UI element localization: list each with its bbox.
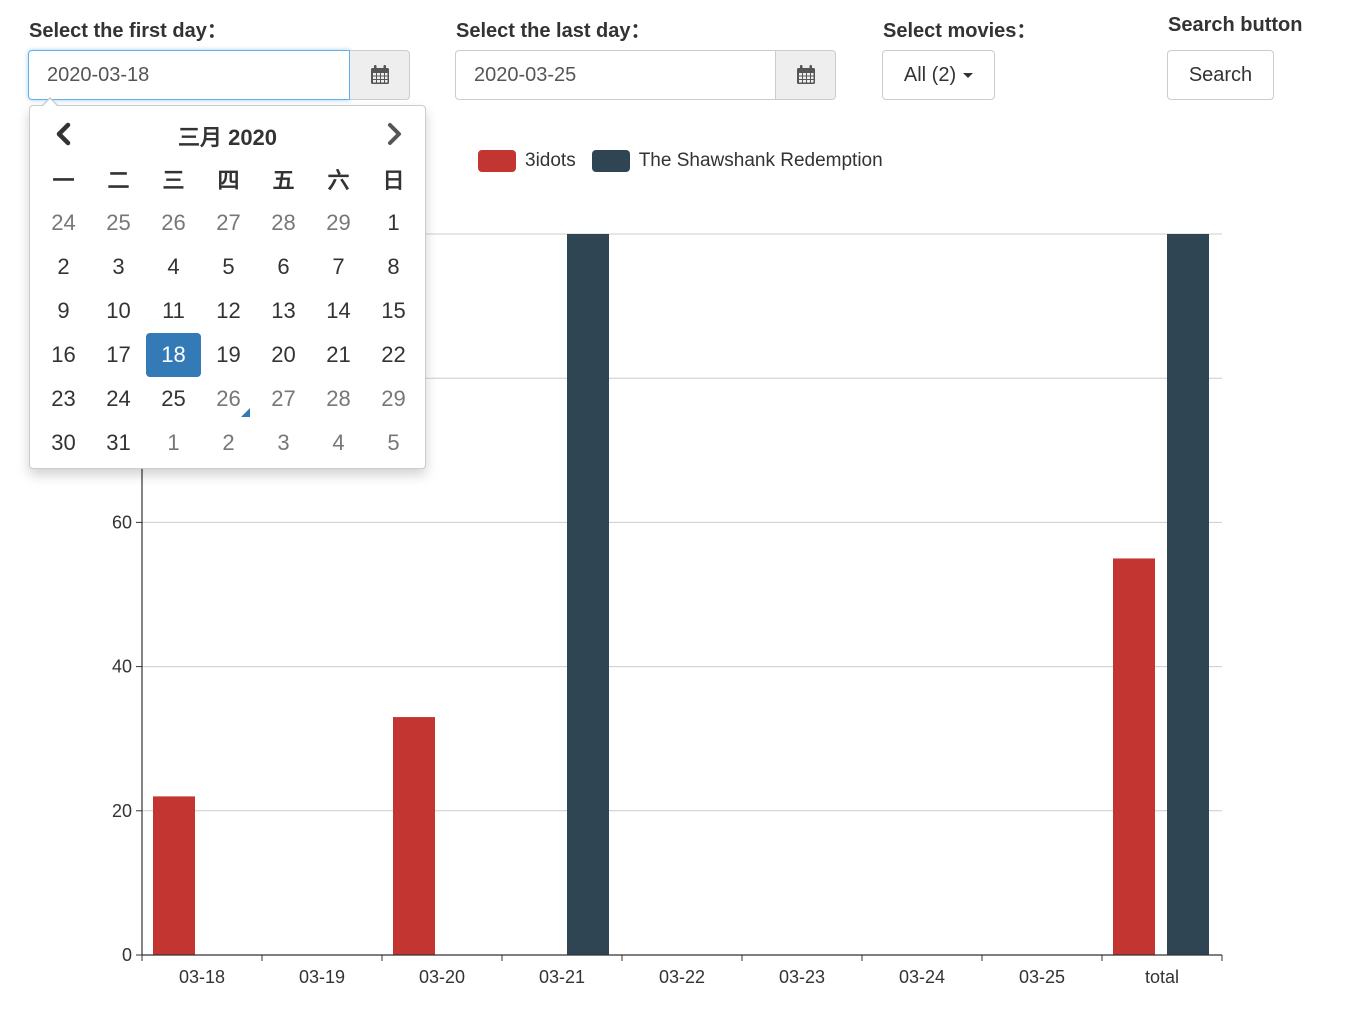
calendar-day[interactable]: 15	[366, 289, 421, 333]
calendar-day[interactable]: 10	[91, 289, 146, 333]
calendar-day[interactable]: 29	[311, 201, 366, 245]
calendar-day[interactable]: 25	[91, 201, 146, 245]
calendar-day[interactable]: 5	[201, 245, 256, 289]
calendar-day[interactable]: 8	[366, 245, 421, 289]
calendar-day[interactable]: 2	[201, 421, 256, 465]
calendar-week: 23 24 25 26 27 28 29	[36, 377, 421, 421]
weekday-label: 三	[162, 168, 185, 193]
x-tick-label: 03-21	[539, 967, 585, 987]
y-tick-label: 40	[112, 657, 132, 677]
calendar-day[interactable]: 2	[36, 245, 91, 289]
bar-shawshank-03-21	[567, 234, 609, 955]
next-month-button[interactable]	[380, 120, 408, 148]
calendar-week: 30 31 1 2 3 4 5	[36, 421, 421, 465]
weekday-label: 日	[382, 168, 405, 193]
legend-item-3idots[interactable]: 3idots	[478, 150, 576, 172]
x-tick-label: 03-23	[779, 967, 825, 987]
calendar-day[interactable]: 24	[91, 377, 146, 421]
calendar-day[interactable]: 3	[256, 421, 311, 465]
calendar-day[interactable]: 28	[311, 377, 366, 421]
calendar-day[interactable]: 9	[36, 289, 91, 333]
popup-arrow-inner	[42, 99, 58, 107]
calendar-day[interactable]: 1	[366, 201, 421, 245]
calendar-day[interactable]: 27	[256, 377, 311, 421]
legend-label: The Shawshank Redemption	[638, 150, 883, 171]
calendar-day[interactable]: 30	[36, 421, 91, 465]
legend-swatch	[478, 150, 516, 172]
calendar-day[interactable]: 4	[311, 421, 366, 465]
chevron-right-icon	[388, 123, 401, 145]
weekday-header: 一二三四五六日	[36, 157, 421, 201]
x-tick-label: total	[1145, 967, 1179, 987]
calendar-day[interactable]: 11	[146, 289, 201, 333]
legend-swatch	[591, 150, 630, 172]
calendar-week: 9 10 11 12 13 14 15	[36, 289, 421, 333]
calendar-day[interactable]: 3	[91, 245, 146, 289]
bar-3idots-03-18	[153, 796, 195, 955]
calendar-week: 2345678	[36, 245, 421, 289]
y-tick-label: 60	[112, 512, 132, 532]
bar-3idots-total	[1113, 558, 1155, 955]
datepicker-header: 三月 2020	[30, 106, 425, 162]
weekday-label: 一	[52, 168, 75, 193]
weekday-label: 五	[272, 168, 295, 193]
calendar-day[interactable]: 4	[146, 245, 201, 289]
calendar-day[interactable]: 31	[91, 421, 146, 465]
calendar-day[interactable]: 29	[366, 377, 421, 421]
calendar-day[interactable]: 14	[311, 289, 366, 333]
calendar-week: 16 17 18 19 20 21 22	[36, 333, 421, 377]
legend-label: 3idots	[525, 150, 576, 171]
x-tick-label: 03-20	[419, 967, 465, 987]
calendar-day[interactable]: 24	[36, 201, 91, 245]
calendar-day[interactable]: 22	[366, 333, 421, 377]
calendar-day[interactable]: 5	[366, 421, 421, 465]
chart-legend: 3idots The Shawshank Redemption	[478, 150, 899, 172]
calendar-day[interactable]: 20	[256, 333, 311, 377]
calendar-day[interactable]: 18	[146, 333, 201, 377]
calendar-day[interactable]: 6	[256, 245, 311, 289]
calendar-day[interactable]: 23	[36, 377, 91, 421]
x-tick-label: 03-24	[899, 967, 945, 987]
bar-3idots-03-20	[393, 717, 435, 955]
x-tick-label: 03-25	[1019, 967, 1065, 987]
calendar-day[interactable]: 13	[256, 289, 311, 333]
calendar-day[interactable]: 12	[201, 289, 256, 333]
calendar-grid: 一二三四五六日 24 25 26 27 28 29 1 2 3 4 5 6 7 8 9 10 11 12 13 14 15…	[36, 157, 421, 465]
calendar-day[interactable]: 19	[201, 333, 256, 377]
weekday-label: 六	[327, 168, 350, 193]
y-tick-label: 20	[112, 801, 132, 821]
calendar-day[interactable]: 28	[256, 201, 311, 245]
calendar-day[interactable]: 27	[201, 201, 256, 245]
month-title[interactable]: 三月 2020	[30, 120, 425, 152]
calendar-day[interactable]: 21	[311, 333, 366, 377]
calendar-day[interactable]: 7	[311, 245, 366, 289]
calendar-day[interactable]: 16	[36, 333, 91, 377]
x-tick-label: 03-19	[299, 967, 345, 987]
y-tick-label: 0	[122, 945, 132, 965]
bar-shawshank-total	[1167, 234, 1209, 955]
calendar-day[interactable]: 26	[201, 377, 256, 421]
calendar-day[interactable]: 17	[91, 333, 146, 377]
datepicker-popup: 三月 2020 一二三四五六日 24 25 26 27 28 29 1 2 3 4 5 6 7 8 9 10 11…	[29, 105, 426, 469]
x-tick-label: 03-22	[659, 967, 705, 987]
weekday-label: 四	[217, 168, 240, 193]
calendar-day[interactable]: 25	[146, 377, 201, 421]
calendar-day[interactable]: 26	[146, 201, 201, 245]
x-tick-label: 03-18	[179, 967, 225, 987]
weekday-label: 二	[107, 168, 130, 193]
calendar-day[interactable]: 1	[146, 421, 201, 465]
calendar-week: 24 25 26 27 28 29 1	[36, 201, 421, 245]
legend-item-shawshank[interactable]: The Shawshank Redemption	[591, 150, 883, 172]
